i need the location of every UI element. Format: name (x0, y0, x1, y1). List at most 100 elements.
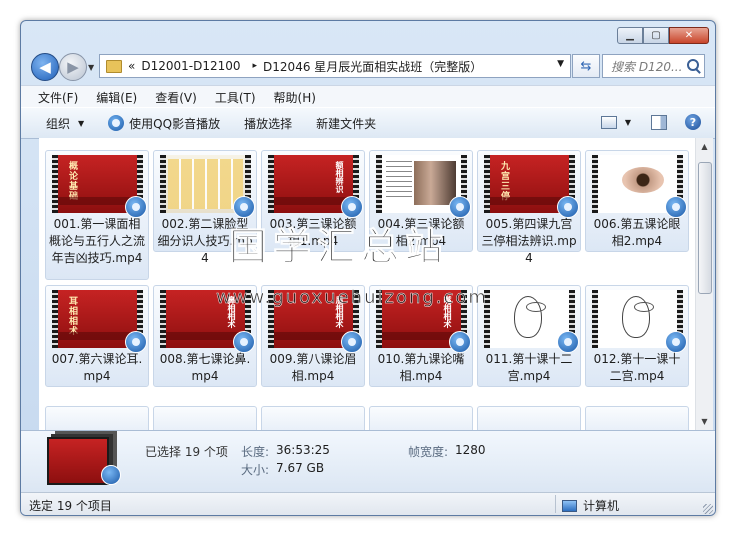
address-bar[interactable]: « D12001-D12100 ▸ D12046 星月辰光面相实战班（完整版） … (99, 54, 571, 78)
video-thumbnail (160, 155, 255, 218)
qq-player-icon (557, 196, 579, 218)
help-icon[interactable]: ? (685, 114, 701, 130)
title-bar: ▁ ▢ ✕ (21, 21, 715, 45)
file-item[interactable] (153, 406, 257, 430)
file-item[interactable]: 概论基础 001.第一课面相概论与五行人之流年吉凶技巧.mp4 (45, 150, 149, 280)
thumbnail-title: 耳相相术 (67, 296, 77, 336)
scroll-up-icon[interactable]: ▲ (696, 138, 713, 155)
qq-player-icon (449, 196, 471, 218)
qq-player-icon (108, 115, 125, 131)
file-item[interactable]: 006.第五课论眼相2.mp4 (585, 150, 689, 252)
qq-player-icon (125, 196, 147, 218)
file-item[interactable] (585, 406, 689, 430)
recent-pages-dropdown[interactable]: ▼ (88, 63, 94, 72)
file-item[interactable]: 011.第十课十二宫.mp4 (477, 285, 581, 387)
file-name: 012.第十一课十二宫.mp4 (593, 352, 681, 383)
play-with-qq-label: 使用QQ影音播放 (129, 116, 221, 131)
menu-help[interactable]: 帮助(H) (265, 89, 325, 106)
details-pane: 已选择 19 个项 长度: 36:53:25 大小: 7.67 GB 帧宽度: … (21, 430, 715, 493)
menu-tools[interactable]: 工具(T) (206, 89, 265, 106)
maximize-button[interactable]: ▢ (643, 27, 669, 44)
resize-grip-icon[interactable] (703, 504, 713, 514)
size-label: 大小: (241, 463, 270, 477)
file-name: 009.第八课论眉相.mp4 (269, 352, 357, 383)
qq-player-icon (557, 331, 579, 353)
play-selection-button[interactable]: 播放选择 (232, 115, 304, 132)
scroll-down-icon[interactable]: ▼ (696, 413, 713, 430)
chevron-down-icon: ▼ (78, 118, 85, 128)
organize-button[interactable]: 组织 ▼ (21, 115, 96, 132)
preview-pane-icon[interactable] (651, 114, 667, 130)
status-divider (555, 495, 556, 513)
search-box[interactable]: 搜索 D120... (602, 54, 705, 78)
search-icon[interactable] (687, 59, 699, 71)
file-item[interactable]: 012.第十一课十二宫.mp4 (585, 285, 689, 387)
size-value: 7.67 GB (276, 461, 325, 475)
video-thumbnail: 九宫三停 (484, 155, 579, 218)
breadcrumb-overflow[interactable]: « (128, 59, 135, 73)
forward-arrow-icon[interactable]: ▶ (59, 53, 87, 81)
status-selection: 选定 19 个项目 (29, 499, 112, 513)
view-options-dropdown[interactable]: ▼ (625, 118, 631, 127)
frame-width-label: 帧宽度: (408, 445, 449, 459)
watermark-text: 国学汇总站 (228, 225, 450, 270)
status-zone-label: 计算机 (583, 499, 620, 513)
file-name: 011.第十课十二宫.mp4 (485, 352, 573, 383)
video-thumbnail: 耳相相术 (52, 290, 147, 353)
play-with-qq-button[interactable]: 使用QQ影音播放 (96, 115, 232, 132)
navigation-bar: ◀ ▶ ▼ « D12001-D12100 ▸ D12046 星月辰光面相实战班… (21, 49, 715, 85)
qq-player-icon (233, 196, 255, 218)
frame-width-value: 1280 (455, 443, 486, 457)
breadcrumb-separator[interactable]: ▸ (253, 61, 258, 71)
status-zone: 计算机 (562, 497, 619, 514)
file-name: 008.第七课论鼻.mp4 (159, 352, 251, 383)
thumbnail-title: 额相辨识 (335, 161, 344, 193)
file-item[interactable]: 九宫三停 005.第四课九宫三停相法辨识.mp4 (477, 150, 581, 265)
minimize-button[interactable]: ▁ (617, 27, 643, 44)
qq-player-icon (341, 196, 363, 218)
address-dropdown-icon[interactable]: ▼ (557, 59, 564, 69)
video-thumbnail: 额相辨识 (268, 155, 363, 218)
change-view-icon[interactable] (600, 115, 617, 129)
video-thumbnail (592, 290, 687, 353)
file-item[interactable]: 耳相相术 007.第六课论耳.mp4 (45, 285, 149, 387)
organize-label: 组织 (46, 116, 71, 131)
file-name: 006.第五课论眼相2.mp4 (593, 217, 681, 248)
watermark-url: www.guoxuehuizong.com (216, 287, 488, 309)
menu-view[interactable]: 查看(V) (146, 89, 206, 106)
refresh-icon[interactable]: ⇆ (572, 54, 600, 78)
file-name: 007.第六课论耳.mp4 (51, 352, 143, 383)
length-value: 36:53:25 (276, 443, 330, 457)
video-thumbnail: 概论基础 (52, 155, 147, 218)
back-arrow-icon[interactable]: ◀ (31, 53, 59, 81)
vertical-scrollbar[interactable]: ▲ ▼ (695, 138, 713, 430)
file-item[interactable] (45, 406, 149, 430)
window-controls: ▁ ▢ ✕ (617, 27, 709, 44)
menu-file[interactable]: 文件(F) (21, 89, 87, 106)
computer-icon (562, 499, 577, 512)
selection-thumbnail (47, 437, 121, 485)
file-item[interactable] (477, 406, 581, 430)
menu-bar: 文件(F) 编辑(E) 查看(V) 工具(T) 帮助(H) (21, 85, 715, 108)
qq-player-icon (665, 196, 687, 218)
menu-edit[interactable]: 编辑(E) (87, 89, 146, 106)
breadcrumb-parent[interactable]: D12001-D12100 (141, 59, 240, 73)
qq-player-icon (449, 331, 471, 353)
qq-player-icon (665, 331, 687, 353)
video-thumbnail (376, 155, 471, 218)
file-item[interactable] (261, 406, 365, 430)
qq-player-icon (101, 465, 121, 485)
qq-player-icon (341, 331, 363, 353)
video-thumbnail (484, 290, 579, 353)
scrollbar-thumb[interactable] (698, 162, 712, 294)
new-folder-button[interactable]: 新建文件夹 (304, 115, 388, 132)
search-input[interactable]: 搜索 D120... (603, 58, 687, 75)
file-item[interactable] (369, 406, 473, 430)
file-view[interactable]: 概论基础 001.第一课面相概论与五行人之流年吉凶技巧.mp4 002.第二课脸… (39, 138, 695, 430)
file-name: 001.第一课面相概论与五行人之流年吉凶技巧.mp4 (48, 217, 145, 265)
breadcrumb-current[interactable]: D12046 星月辰光面相实战班（完整版） (263, 58, 482, 75)
video-thumbnail (592, 155, 687, 218)
command-bar: 组织 ▼ 使用QQ影音播放 播放选择 新建文件夹 ▼ ? (21, 107, 715, 139)
close-button[interactable]: ✕ (669, 27, 709, 44)
selection-count: 已选择 19 个项 (145, 445, 228, 459)
